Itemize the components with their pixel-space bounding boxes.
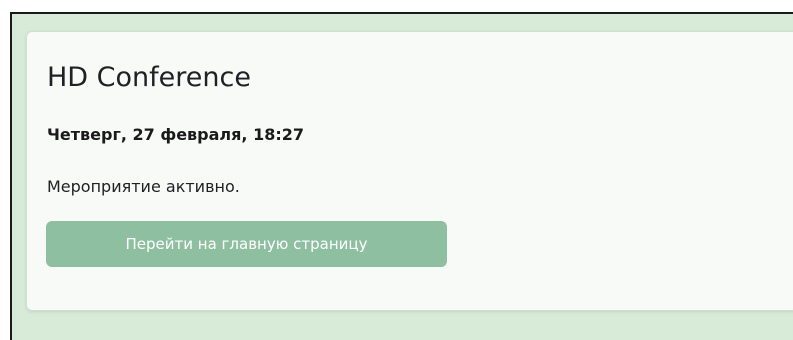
page-frame: HD Conference Четверг, 27 февраля, 18:27… <box>10 12 793 340</box>
event-status: Мероприятие активно. <box>47 177 240 196</box>
event-title: HD Conference <box>47 62 251 93</box>
event-card: HD Conference Четверг, 27 февраля, 18:27… <box>26 31 793 311</box>
go-home-button[interactable]: Перейти на главную страницу <box>46 221 447 267</box>
event-datetime: Четверг, 27 февраля, 18:27 <box>47 125 304 144</box>
